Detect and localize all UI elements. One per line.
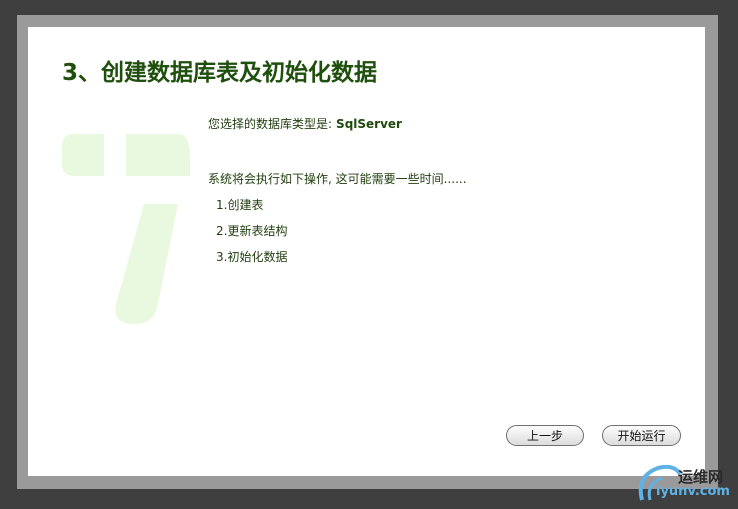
steps-list: 1.创建表 2.更新表结构 3.初始化数据 — [208, 197, 678, 275]
step-item: 3.初始化数据 — [216, 250, 288, 264]
db-type-line: 您选择的数据库类型是: SqlServer — [208, 115, 678, 132]
start-run-button[interactable]: 开始运行 — [602, 425, 681, 446]
site-watermark: 运维网 iyunv.com — [634, 460, 738, 509]
step-item: 2.更新表结构 — [216, 224, 288, 238]
wizard-panel: 3、创建数据库表及初始化数据 您选择的数据库类型是: SqlServer 系统将会… — [28, 27, 705, 476]
content-area: 您选择的数据库类型是: SqlServer 系统将会执行如下操作, 这可能需要一些… — [208, 115, 678, 275]
watermark-url: iyunv.com — [656, 484, 730, 499]
previous-step-button[interactable]: 上一步 — [506, 425, 584, 446]
logo-watermark-icon — [62, 134, 190, 324]
operation-description: 系统将会执行如下操作, 这可能需要一些时间...... — [208, 172, 467, 186]
db-type-label: 您选择的数据库类型是: — [208, 117, 333, 131]
db-type-value: SqlServer — [336, 117, 402, 131]
page-title: 3、创建数据库表及初始化数据 — [62, 60, 378, 86]
step-item: 1.创建表 — [216, 198, 264, 212]
